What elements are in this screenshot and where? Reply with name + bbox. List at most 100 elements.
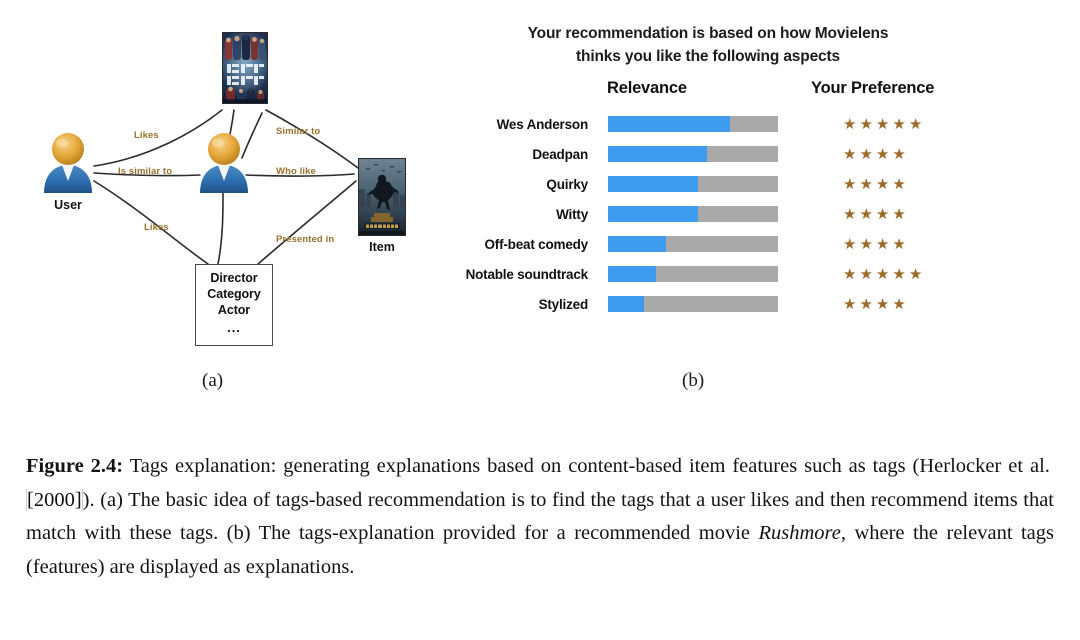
aspect-row: Quirky ★ ★ ★ ★ [425,169,1025,199]
feature-attributes-box[interactable]: Director Category Actor ... [195,264,273,346]
star-icon: ★ [859,175,873,193]
relevance-bar-fill [608,146,707,162]
star-icon: ★ [859,205,873,223]
star-icon: ★ [843,115,857,133]
star-icon: ★ [843,175,857,193]
citation-link[interactable]: [2000] [26,488,83,511]
caption-movie-title: Rushmore [758,522,841,544]
star-icon: ★ [859,115,873,133]
star-icon: ★ [875,145,890,163]
relevance-bar-fill [608,176,699,192]
subpanel-label-a: (a) [202,370,224,391]
node-caption-user: User [54,198,82,212]
aspect-rows-list: Wes Anderson ★ ★ ★ ★ ★ Deadpan ★ ★ ★ ★ Quirky ★ ★ ★ ★ Wi… [425,109,1025,319]
relevance-bar-fill [608,116,731,132]
column-header-your-preference: Your Preference [811,79,935,97]
edge-label-who-like: Who like [276,166,316,177]
relevance-bar-fill [608,236,666,252]
user-avatar-icon [200,133,248,193]
star-icon: ★ [892,175,906,193]
star-icon: ★ [892,265,906,283]
caption-text-part-1: Tags explanation: generating explanation… [123,455,1054,477]
aspect-row: Off-beat comedy ★ ★ ★ ★ [425,229,1025,259]
relevance-bar-track [608,236,778,252]
star-icon: ★ [875,265,890,283]
aspect-label: Quirky [546,176,588,192]
feature-line-director: Director [210,271,258,285]
aspect-row: Witty ★ ★ ★ ★ [425,199,1025,229]
figure-number: Figure 2.4: [26,455,124,477]
preference-star-rating[interactable]: ★ ★ ★ ★ [843,199,906,229]
star-icon: ★ [859,265,873,283]
star-icon: ★ [875,295,890,313]
relevance-bar-fill [608,296,644,312]
poster-item[interactable] [358,158,406,236]
star-icon: ★ [908,265,923,283]
widget-title-line-1: Your recommendation is based on how Movi… [527,25,889,42]
relevance-bar-track [608,176,778,192]
figure-area: Director Category Actor ... User Item Li… [0,0,1080,420]
star-icon: ★ [843,235,857,253]
aspect-label: Deadpan [532,146,588,162]
preference-star-rating[interactable]: ★ ★ ★ ★ ★ [843,259,922,289]
aspect-row: Wes Anderson ★ ★ ★ ★ ★ [425,109,1025,139]
figure-caption: Figure 2.4: Tags explanation: generating… [26,450,1054,584]
star-icon: ★ [843,295,857,313]
relevance-bar-fill [608,266,656,282]
star-icon: ★ [892,115,906,133]
node-caption-item: Item [369,240,395,254]
preference-star-rating[interactable]: ★ ★ ★ ★ [843,169,906,199]
star-icon: ★ [908,115,923,133]
subpanel-label-b: (b) [682,370,705,391]
relevance-bar-track [608,296,778,312]
star-icon: ★ [859,235,873,253]
panel-a-diagram: Director Category Actor ... User Item Li… [18,18,418,363]
star-icon: ★ [875,205,890,223]
star-icon: ★ [859,295,873,313]
aspect-label: Notable soundtrack [465,266,589,282]
relevance-bar-fill [608,206,699,222]
poster-artwork-justice-league [223,33,267,103]
aspect-label: Witty [556,206,588,222]
preference-star-rating[interactable]: ★ ★ ★ ★ [843,139,906,169]
widget-title: Your recommendation is based on how Movi… [428,22,988,68]
aspect-label: Off-beat comedy [484,236,588,252]
user-avatar-icon [44,133,92,193]
poster-liked-movie[interactable] [222,32,268,104]
feature-line-ellipsis: ... [227,320,241,335]
star-icon: ★ [875,175,890,193]
relevance-bar-track [608,116,778,132]
star-icon: ★ [875,235,890,253]
widget-title-line-2: thinks you like the following aspects [575,48,841,65]
star-icon: ★ [892,295,906,313]
edge-label-is-similar-to: Is similar to [118,166,173,177]
edge-label-presented-in: Presented in [276,234,335,245]
edge-label-similar-to: Similar to [276,126,321,137]
avatar-similar-user[interactable] [196,131,252,193]
aspect-row: Stylized ★ ★ ★ ★ [425,289,1025,319]
aspect-row: Notable soundtrack ★ ★ ★ ★ ★ [425,259,1025,289]
feature-line-category: Category [207,287,261,301]
poster-artwork-black-panther [359,159,405,235]
avatar-user[interactable] [40,131,96,193]
edge-label-likes-top: Likes [134,130,159,141]
edge-label-likes-bottom: Likes [144,222,169,233]
star-icon: ★ [843,265,857,283]
column-headers: Relevance Your Preference [425,79,1025,107]
column-header-relevance: Relevance [607,79,687,97]
relevance-bar-track [608,206,778,222]
panel-b-recommendation-widget: Your recommendation is based on how Movi… [425,22,1025,362]
preference-star-rating[interactable]: ★ ★ ★ ★ ★ [843,109,922,139]
star-icon: ★ [843,205,857,223]
aspect-label: Stylized [538,296,589,312]
star-icon: ★ [859,145,873,163]
preference-star-rating[interactable]: ★ ★ ★ ★ [843,229,906,259]
preference-star-rating[interactable]: ★ ★ ★ ★ [843,289,906,319]
aspect-row: Deadpan ★ ★ ★ ★ [425,139,1025,169]
aspect-label: Wes Anderson [496,116,589,132]
relevance-bar-track [608,146,778,162]
relevance-bar-track [608,266,778,282]
star-icon: ★ [892,145,906,163]
star-icon: ★ [892,235,906,253]
star-icon: ★ [843,145,857,163]
